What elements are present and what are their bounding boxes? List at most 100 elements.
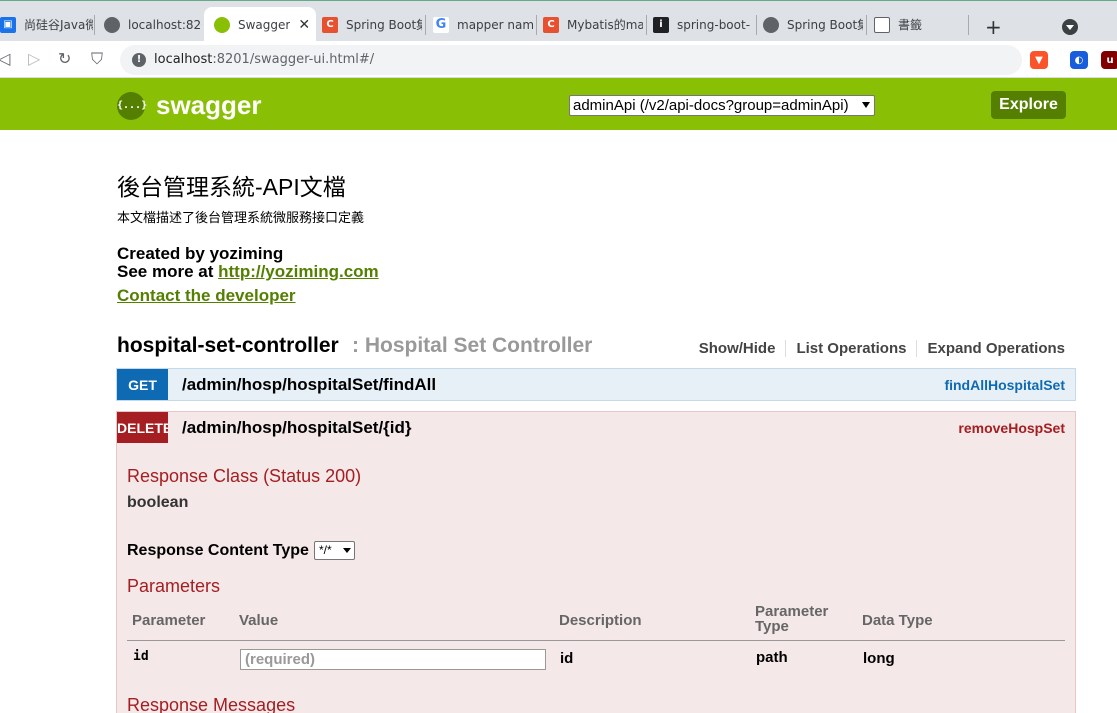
operation-delete-id[interactable]: DELETE /admin/hosp/hospitalSet/{id} remo…: [116, 411, 1076, 444]
back-icon[interactable]: ◁: [0, 49, 10, 68]
tab-4[interactable]: G mapper nam: [433, 7, 533, 42]
chevron-down-icon: [342, 548, 351, 553]
column-header: Description: [559, 612, 642, 629]
address-bar[interactable]: ! localhost:8201/swagger-ui.html#/: [120, 45, 1022, 75]
param-description: id: [560, 650, 574, 667]
created-by: Created by yoziming: [117, 244, 284, 263]
api-group-select-value: adminApi (/v2/api-docs?group=adminApi): [573, 97, 849, 114]
resource-description: : Hospital Set Controller: [352, 334, 593, 357]
contact-developer-link[interactable]: Contact the developer: [117, 286, 296, 306]
tab-label: localhost:820: [128, 17, 202, 32]
bookmark-doc-icon: ▣: [0, 16, 16, 33]
tab-label: Swagger: [238, 17, 291, 32]
show-hide-link[interactable]: Show/Hide: [689, 340, 787, 357]
http-method-badge[interactable]: GET: [117, 369, 168, 400]
tab-separator: [756, 15, 757, 35]
url-text[interactable]: localhost:8201/swagger-ui.html#/: [154, 52, 374, 67]
tab-separator: [968, 15, 969, 35]
response-content-type-select[interactable]: */*: [313, 541, 355, 560]
swagger-header: {...} swagger adminApi (/v2/api-docs?gro…: [0, 78, 1117, 130]
bookmark-icon: [874, 16, 890, 33]
list-operations-link[interactable]: List Operations: [786, 340, 918, 357]
response-content-type-value: */*: [318, 543, 332, 557]
response-class-value: boolean: [127, 494, 189, 511]
response-class-title: Response Class (Status 200): [127, 466, 362, 486]
tab-label: 尚硅谷Java微: [24, 18, 93, 32]
globe-icon: [763, 16, 779, 33]
tab-8[interactable]: 書籤: [874, 7, 964, 42]
column-header: Data Type: [862, 612, 933, 629]
explore-button[interactable]: Explore: [991, 91, 1066, 119]
tab-label: spring-boot-: [677, 17, 751, 32]
api-group-select[interactable]: adminApi (/v2/api-docs?group=adminApi): [569, 95, 875, 116]
operation-details: Response Class (Status 200) boolean Resp…: [116, 443, 1076, 713]
operation-nickname[interactable]: removeHospSet: [958, 420, 1065, 436]
swagger-logo-icon: {...}: [117, 92, 147, 120]
tab-3[interactable]: C Spring Boot集: [322, 7, 422, 42]
bitwarden-icon[interactable]: ◐: [1070, 51, 1088, 69]
tab-0[interactable]: ▣ 尚硅谷Java微: [0, 7, 93, 42]
operation-nickname[interactable]: findAllHospitalSet: [944, 377, 1065, 393]
chevron-down-icon: [862, 102, 870, 108]
tab-label: Spring Boot集: [346, 18, 422, 32]
tab-separator: [425, 15, 426, 35]
operation-path[interactable]: /admin/hosp/hospitalSet/{id}: [182, 418, 412, 438]
response-content-type: Response Content Type */*: [127, 541, 355, 560]
site-info-icon[interactable]: !: [132, 53, 146, 67]
google-icon: G: [433, 16, 449, 33]
parameters-table-header: Parameter Value Description Parameter Ty…: [127, 599, 1065, 641]
tab-6[interactable]: i spring-boot-: [653, 7, 753, 42]
globe-icon: [104, 16, 120, 33]
csdn-icon: C: [543, 16, 559, 33]
tab-label: mapper nam: [457, 17, 533, 32]
response-content-type-label: Response Content Type: [127, 541, 309, 559]
resource-operations: Show/Hide List Operations Expand Operati…: [689, 340, 1065, 357]
swagger-icon: [214, 16, 230, 33]
tab-label: 書籤: [898, 18, 923, 32]
tab-separator: [94, 15, 95, 35]
forward-icon[interactable]: ▷: [28, 49, 40, 68]
tab-7[interactable]: Spring Boot集: [763, 7, 863, 42]
column-header: Parameter: [132, 612, 206, 629]
csdn-icon: C: [322, 16, 338, 33]
resource-name[interactable]: hospital-set-controller: [117, 334, 339, 358]
tab-separator: [536, 15, 537, 35]
response-messages-title: Response Messages: [127, 695, 296, 713]
browser-tab-strip: ▣ 尚硅谷Java微 localhost:820 Swagger ✕ C Spr…: [0, 0, 1117, 42]
site-icon: i: [653, 16, 669, 33]
tab-separator: [646, 15, 647, 35]
parameters-title: Parameters: [127, 576, 221, 596]
param-data-type: long: [863, 650, 895, 667]
column-header: Parameter Type: [755, 603, 829, 635]
expand-operations-link[interactable]: Expand Operations: [917, 340, 1065, 357]
operation-get-findall[interactable]: GET /admin/hosp/hospitalSet/findAll find…: [116, 368, 1076, 401]
tab-5[interactable]: C Mybatis的ma: [543, 7, 643, 42]
reload-icon[interactable]: ↻: [58, 49, 71, 68]
api-description: 本文檔描述了後台管理系統微服務接口定義: [117, 210, 365, 225]
param-id-input[interactable]: (required): [240, 649, 546, 670]
tab-label: Spring Boot集: [787, 18, 863, 32]
http-method-badge[interactable]: DELETE: [117, 412, 168, 443]
url-path: :8201/swagger-ui.html#/: [212, 52, 375, 67]
url-host: localhost: [154, 52, 213, 67]
tab-search-icon[interactable]: [1062, 19, 1078, 35]
ublock-icon[interactable]: u: [1101, 51, 1117, 69]
new-tab-icon[interactable]: +: [985, 15, 1002, 39]
api-contact-block: Created by yoziming See more at http://y…: [117, 245, 379, 281]
brave-shield-icon[interactable]: ▼: [1030, 51, 1048, 69]
tab-label: Mybatis的ma: [567, 18, 643, 32]
swagger-brand[interactable]: swagger: [156, 90, 262, 121]
tab-separator: [866, 15, 867, 35]
tab-1[interactable]: localhost:820: [104, 7, 202, 42]
see-more: See more at http://yoziming.com: [117, 263, 379, 281]
see-more-prefix: See more at: [117, 262, 219, 281]
operation-path[interactable]: /admin/hosp/hospitalSet/findAll: [182, 375, 436, 395]
bookmark-star-icon[interactable]: ⛉: [91, 49, 103, 69]
tab-2[interactable]: Swagger ✕: [204, 7, 316, 42]
close-icon[interactable]: ✕: [298, 17, 310, 33]
column-header: Value: [239, 612, 279, 629]
param-name: id: [133, 649, 149, 664]
param-type: path: [756, 649, 788, 666]
api-title: 後台管理系統-API文檔: [117, 174, 346, 200]
see-more-link[interactable]: http://yoziming.com: [218, 262, 379, 281]
